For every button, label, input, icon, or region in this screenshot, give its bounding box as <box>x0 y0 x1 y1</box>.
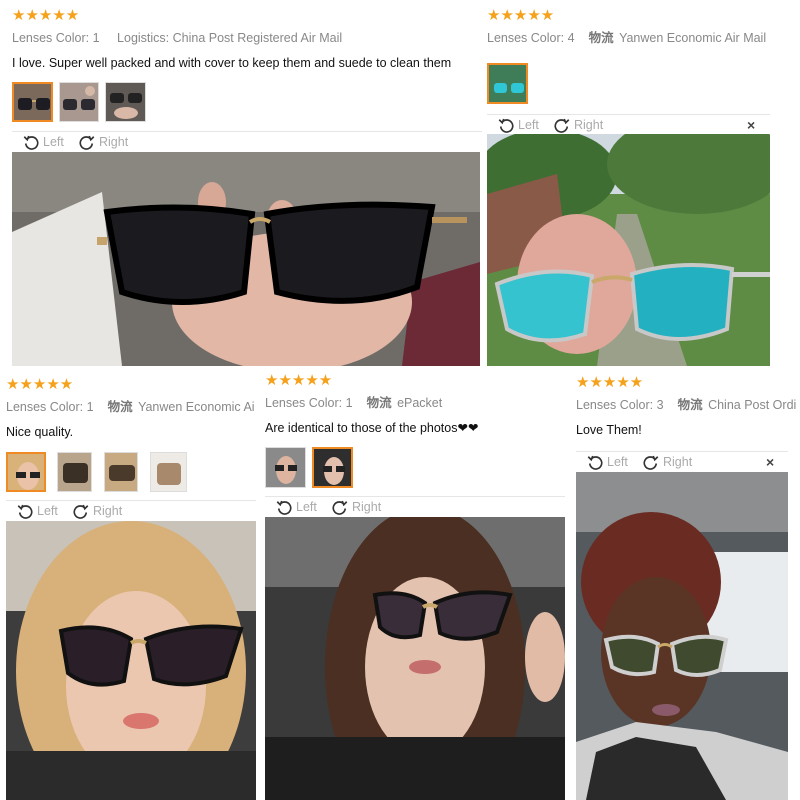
rotate-left-label: Left <box>37 504 58 518</box>
rotate-right-button[interactable]: Right <box>72 502 122 520</box>
review-2: ★★★★★ Lenses Color: 4 物流 Yanwen Economic … <box>487 8 797 46</box>
rotate-right-label: Right <box>663 455 693 469</box>
logistics: China Post Ordi <box>708 398 797 412</box>
logistics: Logistics: China Post Registered Air Mai… <box>117 31 343 45</box>
star-rating: ★★★★★ <box>576 374 644 391</box>
rotate-right-label: Right <box>99 135 129 149</box>
star-rating: ★★★★★ <box>6 376 74 393</box>
image-toolbar: Left Right × <box>487 114 770 135</box>
review-text: Nice quality. <box>6 425 74 439</box>
close-icon[interactable]: × <box>747 117 755 133</box>
review-meta: Lenses Color: 1 物流 ePacket <box>265 395 565 411</box>
rotate-right-icon <box>73 504 89 519</box>
review-thumbnail[interactable] <box>12 82 53 122</box>
review-photo <box>6 521 256 800</box>
rotate-left-button[interactable]: Left <box>16 502 58 520</box>
rotate-right-button[interactable]: Right <box>331 498 381 516</box>
logistics-label: 物流 <box>107 400 133 414</box>
image-toolbar: Left Right × <box>576 451 788 472</box>
rotate-left-button[interactable]: Left <box>586 453 628 471</box>
review-meta: Lenses Color: 4 物流 Yanwen Economic Air Ma… <box>487 30 797 46</box>
image-toolbar: Left Right <box>12 131 482 152</box>
rotate-right-label: Right <box>352 500 382 514</box>
lens-color: Lenses Color: 3 <box>576 398 664 412</box>
rotate-right-button[interactable]: Right <box>78 133 128 151</box>
close-icon[interactable]: × <box>766 454 774 470</box>
image-toolbar: Left Right <box>6 500 256 521</box>
review-thumbnail[interactable] <box>6 452 46 492</box>
rotate-left-label: Left <box>607 455 628 469</box>
review-thumbnail[interactable] <box>57 452 92 492</box>
review-thumbnail[interactable] <box>104 452 138 492</box>
review-text: I love. Super well packed and with cover… <box>12 56 452 70</box>
rotate-right-label: Right <box>93 504 123 518</box>
rotate-right-button[interactable]: Right <box>642 453 692 471</box>
review-thumbnail[interactable] <box>59 82 99 122</box>
review-5: ★★★★★ Lenses Color: 3 物流 China Post Ordi … <box>576 375 800 438</box>
rotate-right-icon <box>554 118 570 133</box>
review-thumbnail[interactable] <box>312 447 353 488</box>
logistics-label: 物流 <box>588 31 614 45</box>
rotate-right-icon <box>332 500 348 515</box>
rotate-left-label: Left <box>43 135 64 149</box>
review-meta: Lenses Color: 1 Logistics: China Post Re… <box>12 30 482 46</box>
rotate-right-icon <box>79 135 95 150</box>
lens-color: Lenses Color: 1 <box>12 31 100 45</box>
logistics-label: 物流 <box>366 396 392 410</box>
review-thumbnail[interactable] <box>265 447 306 488</box>
rotate-left-button[interactable]: Left <box>22 133 64 151</box>
review-photo <box>265 517 565 800</box>
review-thumbnail[interactable] <box>105 82 146 122</box>
rotate-left-icon <box>17 504 33 519</box>
rotate-right-label: Right <box>574 118 604 132</box>
rotate-left-button[interactable]: Left <box>497 116 539 134</box>
rotate-left-label: Left <box>296 500 317 514</box>
review-thumbnail[interactable] <box>150 452 187 492</box>
review-text: Love Them! <box>576 423 642 437</box>
star-rating: ★★★★★ <box>12 7 80 24</box>
rotate-left-icon <box>23 135 39 150</box>
logistics: Yanwen Economic Ai <box>138 400 255 414</box>
rotate-left-button[interactable]: Left <box>275 498 317 516</box>
review-1: ★★★★★ Lenses Color: 1 Logistics: China P… <box>12 8 482 71</box>
rotate-left-icon <box>276 500 292 515</box>
rotate-right-icon <box>643 455 659 470</box>
review-photo <box>576 472 788 800</box>
logistics: ePacket <box>397 396 443 410</box>
review-photo <box>487 134 770 366</box>
lens-color: Lenses Color: 1 <box>265 396 353 410</box>
review-meta: Lenses Color: 3 物流 China Post Ordi <box>576 397 800 413</box>
rotate-left-icon <box>587 455 603 470</box>
logistics-label: 物流 <box>677 398 703 412</box>
review-4: ★★★★★ Lenses Color: 1 物流 ePacket Are iden… <box>265 373 565 436</box>
rotate-left-icon <box>498 118 514 133</box>
lens-color: Lenses Color: 4 <box>487 31 575 45</box>
logistics: Yanwen Economic Air Mail <box>619 31 767 45</box>
image-toolbar: Left Right <box>265 496 565 517</box>
star-rating: ★★★★★ <box>487 7 555 24</box>
review-photo <box>12 152 480 366</box>
rotate-right-button[interactable]: Right <box>553 116 603 134</box>
review-text: Are identical to those of the photos❤❤ <box>265 421 479 435</box>
lens-color: Lenses Color: 1 <box>6 400 94 414</box>
review-meta: Lenses Color: 1 物流 Yanwen Economic Ai <box>6 399 258 415</box>
star-rating: ★★★★★ <box>265 372 333 389</box>
review-thumbnail[interactable] <box>487 63 528 104</box>
review-3: ★★★★★ Lenses Color: 1 物流 Yanwen Economic … <box>6 377 258 440</box>
rotate-left-label: Left <box>518 118 539 132</box>
